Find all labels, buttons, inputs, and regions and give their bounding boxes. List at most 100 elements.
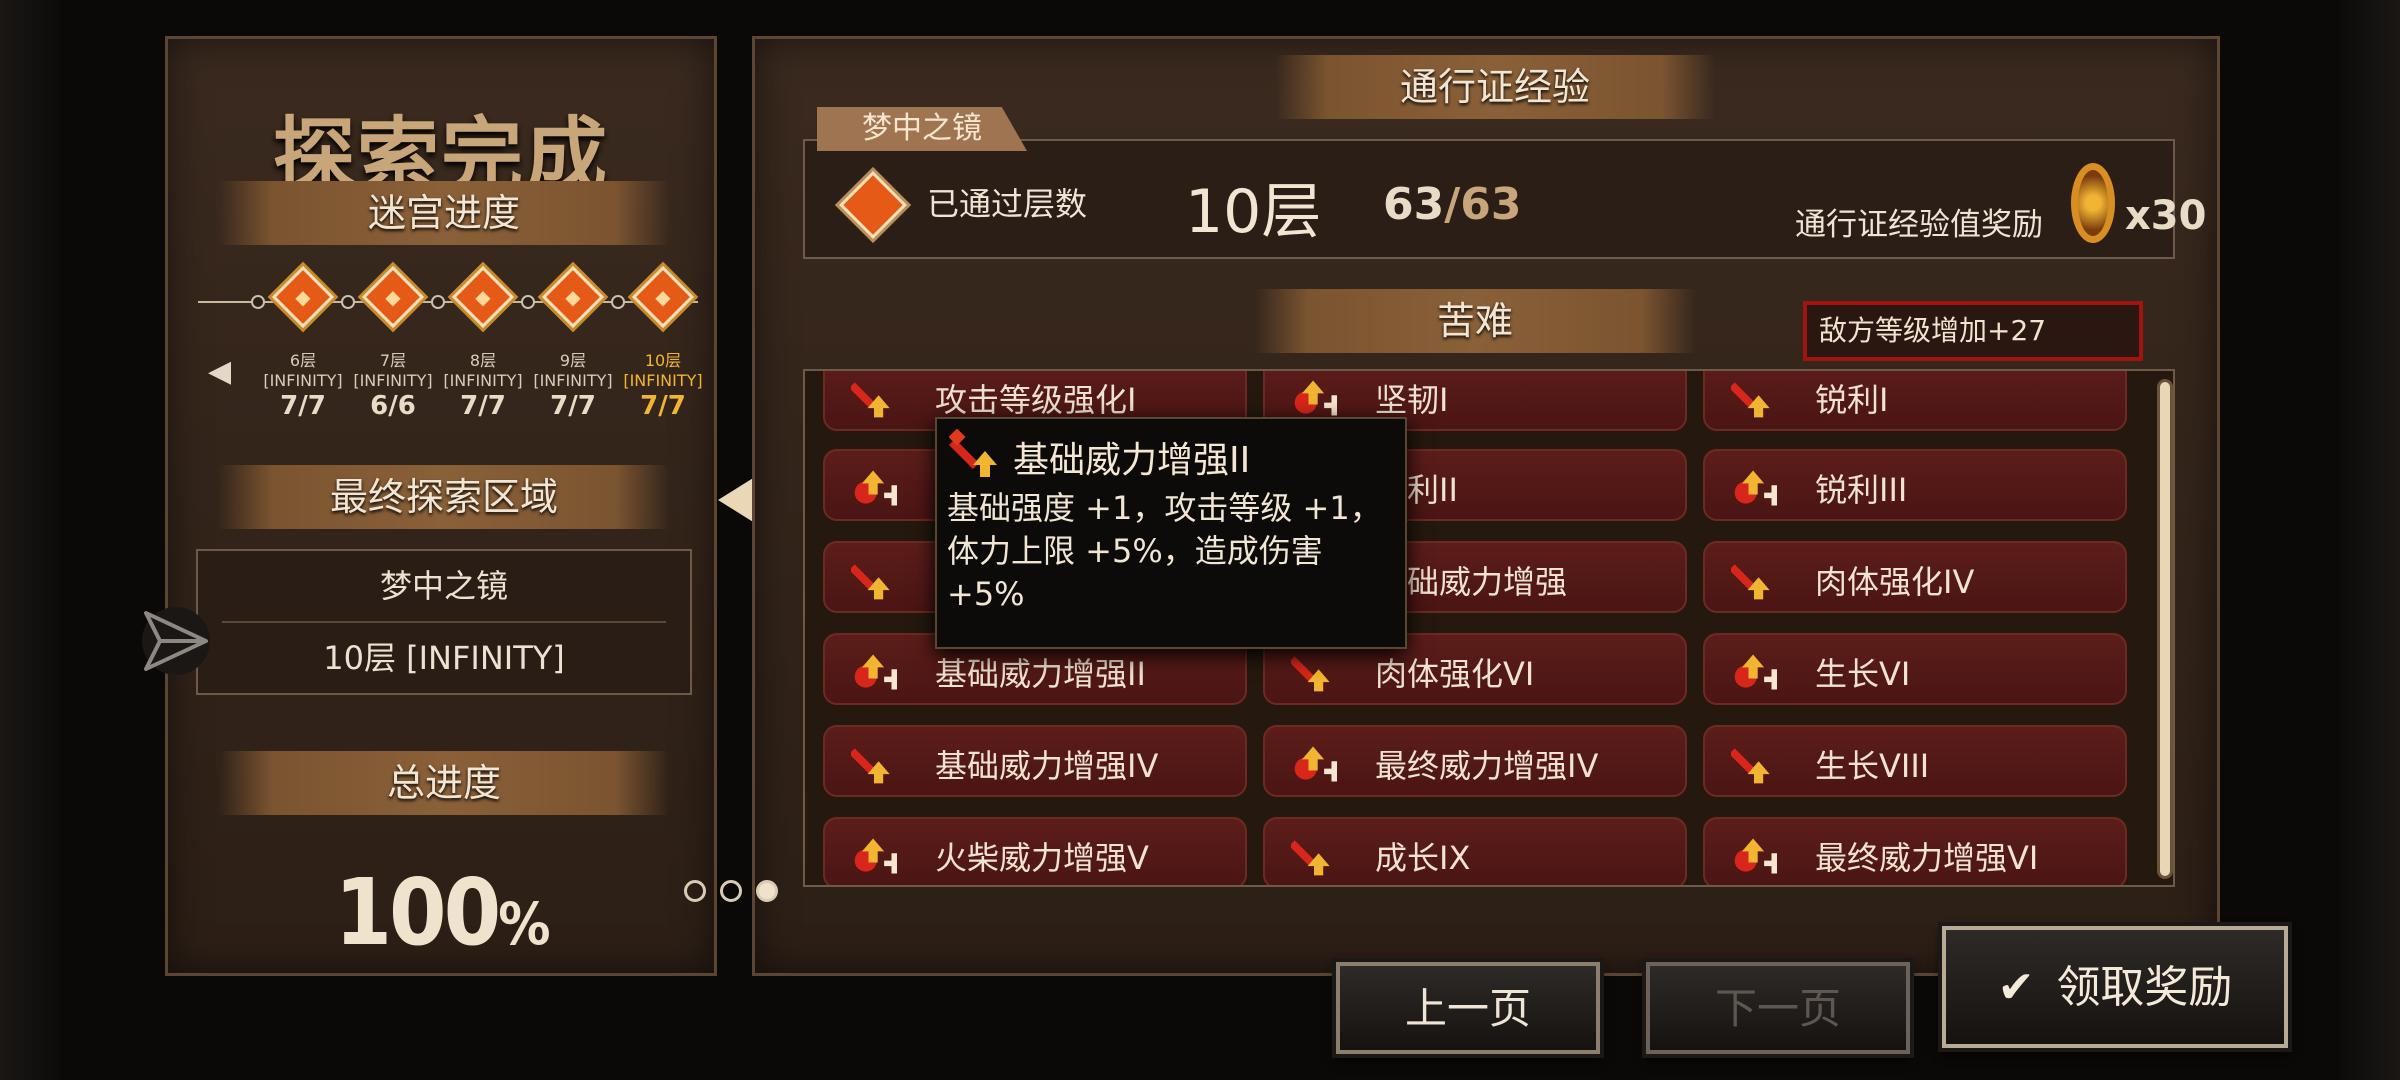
hardship-modifier-icon bbox=[1731, 564, 1770, 600]
track-dot bbox=[341, 295, 355, 309]
hardship-modifier-icon bbox=[851, 564, 890, 600]
track-dot bbox=[431, 295, 445, 309]
hardship-item[interactable]: 锐利III bbox=[1703, 449, 2127, 521]
hardship-item-label: 基础威力增强II bbox=[935, 655, 1146, 693]
floor-node-floor: 10层 bbox=[644, 351, 682, 370]
hardship-modifier-icon bbox=[1291, 840, 1330, 876]
hardship-modifier-icon bbox=[1734, 654, 1777, 690]
hardship-item-label: 肉体强化VI bbox=[1375, 655, 1535, 693]
hardship-item[interactable]: 锐利I bbox=[1703, 371, 2127, 431]
hardship-modifier-icon bbox=[854, 470, 897, 506]
floor-node-count: 6/6 bbox=[370, 391, 416, 421]
hardship-item-label: 最终威力增强IV bbox=[1375, 747, 1599, 785]
prev-page-button[interactable]: 上一页 bbox=[1336, 962, 1600, 1054]
floor-node-floor: 6层 bbox=[289, 351, 317, 370]
floor-node-floor: 7层 bbox=[379, 351, 407, 370]
hardship-modifier-icon bbox=[1294, 746, 1337, 782]
hardship-modifier-icon bbox=[1731, 748, 1770, 784]
tooltip-body: 基础强度 +1，攻击等级 +1，体力上限 +5%，造成伤害 +5% bbox=[947, 489, 1382, 613]
share-icon[interactable] bbox=[140, 605, 212, 677]
hardship-item-label: 锐利III bbox=[1815, 471, 1908, 509]
hardship-item-label: 成长IX bbox=[1375, 839, 1471, 877]
hardship-item[interactable]: 火柴威力增强V bbox=[823, 817, 1247, 885]
hardship-item[interactable]: 最终威力增强IV bbox=[1263, 725, 1687, 797]
floor-node-floor: 8层 bbox=[469, 351, 497, 370]
modifier-tooltip: 基础威力增强II 基础强度 +1，攻击等级 +1，体力上限 +5%，造成伤害 +… bbox=[935, 417, 1407, 649]
total-progress-number: 100 bbox=[334, 859, 501, 966]
hardship-modifier-icon bbox=[854, 838, 897, 874]
hardship-item[interactable]: 生长VI bbox=[1703, 633, 2127, 705]
hardship-modifier-icon bbox=[1731, 382, 1770, 418]
page-dot[interactable] bbox=[684, 880, 706, 902]
maze-progress-track: ◀ ◆ 6层 [INFINITY] 7/7 ◆ 7层 [INFINITY] 6/6 ◆ 8层 [IN… bbox=[198, 249, 703, 421]
floor-node-label: 7层 [INFINITY] bbox=[348, 351, 438, 391]
hardship-banner: 苦难 bbox=[1255, 289, 1695, 353]
floor-node-count: 7/7 bbox=[550, 391, 596, 421]
hardship-item-label: 坚韧I bbox=[1375, 381, 1449, 419]
hardship-item[interactable]: 肉体强化IV bbox=[1703, 541, 2127, 613]
page-dot[interactable] bbox=[720, 880, 742, 902]
hardship-item[interactable]: 成长IX bbox=[1263, 817, 1687, 885]
hardship-item[interactable]: 基础威力增强IV bbox=[823, 725, 1247, 797]
hardship-modifier-icon bbox=[1734, 470, 1777, 506]
final-area-banner: 最终探索区域 bbox=[218, 465, 670, 529]
hardship-modifier-icon bbox=[851, 748, 890, 784]
hardship-modifier-icon bbox=[854, 654, 897, 690]
floor-node-label: 8层 [INFINITY] bbox=[438, 351, 528, 391]
hardship-item[interactable]: 最终威力增强VI bbox=[1703, 817, 2127, 885]
floor-node-icon[interactable]: ◆ bbox=[451, 265, 515, 333]
floor-node-label: 9层 [INFINITY] bbox=[528, 351, 618, 391]
floor-node-mode: [INFINITY] bbox=[623, 371, 703, 390]
hardship-item-label: 最终威力增强VI bbox=[1815, 839, 2039, 877]
hardship-modifier-icon bbox=[851, 382, 890, 418]
hardship-modifier-icon bbox=[1734, 838, 1777, 874]
hardship-modifier-icon bbox=[1291, 656, 1330, 692]
final-area-name: 梦中之镜 bbox=[379, 567, 508, 605]
total-progress-banner: 总进度 bbox=[218, 751, 670, 815]
cleared-floor-value: 10层 bbox=[1185, 177, 1322, 247]
floor-node-icon[interactable]: ◆ bbox=[541, 265, 605, 333]
cleared-count: 63/63 bbox=[1383, 179, 1522, 230]
next-page-button[interactable]: 下一页 bbox=[1646, 962, 1910, 1054]
floor-node-mode: [INFINITY] bbox=[353, 371, 433, 390]
hardship-modifier-icon bbox=[1294, 380, 1337, 416]
floor-node-count: 7/7 bbox=[640, 391, 686, 421]
pass-exp-gem-icon bbox=[2071, 163, 2115, 243]
claim-reward-button[interactable]: ✔ 领取奖励 bbox=[1942, 926, 2288, 1048]
pass-reward-label: 通行证经验值奖励 bbox=[1795, 207, 2043, 243]
pass-reward-multiplier: x30 bbox=[2125, 193, 2207, 239]
enemy-level-box: 敌方等级增加+27 bbox=[1803, 301, 2143, 361]
track-left-arrow-icon[interactable]: ◀ bbox=[208, 354, 231, 389]
page-indicator bbox=[684, 880, 792, 906]
floor-node-icon[interactable]: ◆ bbox=[271, 265, 335, 333]
final-area-box: 梦中之镜 10层 [INFINITY] bbox=[196, 549, 692, 695]
check-icon: ✔ bbox=[1997, 962, 2035, 1013]
page-dot[interactable] bbox=[756, 880, 778, 902]
rewards-panel: 通行证经验 已通过层数 10层 63/63 通行证经验值奖励 x30 梦中之镜 … bbox=[752, 36, 2220, 976]
floor-node-mode: [INFINITY] bbox=[263, 371, 343, 390]
pass-exp-banner: 通行证经验 bbox=[1275, 55, 1715, 119]
floor-node-floor: 9层 bbox=[559, 351, 587, 370]
hardship-item-label: 生长VI bbox=[1815, 655, 1911, 693]
floor-diamond-icon bbox=[839, 171, 907, 239]
final-area-floor: 10层 [INFINITY] bbox=[323, 639, 565, 677]
claim-label: 领取奖励 bbox=[2056, 962, 2233, 1013]
track-dot bbox=[251, 295, 265, 309]
tooltip-title: 基础威力增强II bbox=[1013, 440, 1251, 481]
modifier-icon bbox=[949, 429, 997, 477]
floor-node-count: 7/7 bbox=[280, 391, 326, 421]
total-progress-unit: % bbox=[498, 890, 550, 958]
total-progress-value: 100% bbox=[168, 859, 714, 966]
hardship-item-label: 生长VIII bbox=[1815, 747, 1930, 785]
hardship-item[interactable]: 生长VIII bbox=[1703, 725, 2127, 797]
floor-node-mode: [INFINITY] bbox=[443, 371, 523, 390]
floor-node-mode: [INFINITY] bbox=[533, 371, 613, 390]
hardship-scrollbar[interactable] bbox=[2157, 379, 2173, 879]
cleared-count-done: 63 bbox=[1383, 179, 1445, 230]
pass-exp-box: 已通过层数 10层 63/63 通行证经验值奖励 x30 bbox=[803, 139, 2206, 259]
hardship-item-label: 肉体强化IV bbox=[1815, 563, 1975, 601]
floor-node-icon[interactable]: ◆ bbox=[361, 265, 425, 333]
floor-node-icon[interactable]: ◆ bbox=[631, 265, 695, 333]
hardship-item-label: 锐利I bbox=[1815, 381, 1889, 419]
floor-node-label: 6层 [INFINITY] bbox=[258, 351, 348, 391]
